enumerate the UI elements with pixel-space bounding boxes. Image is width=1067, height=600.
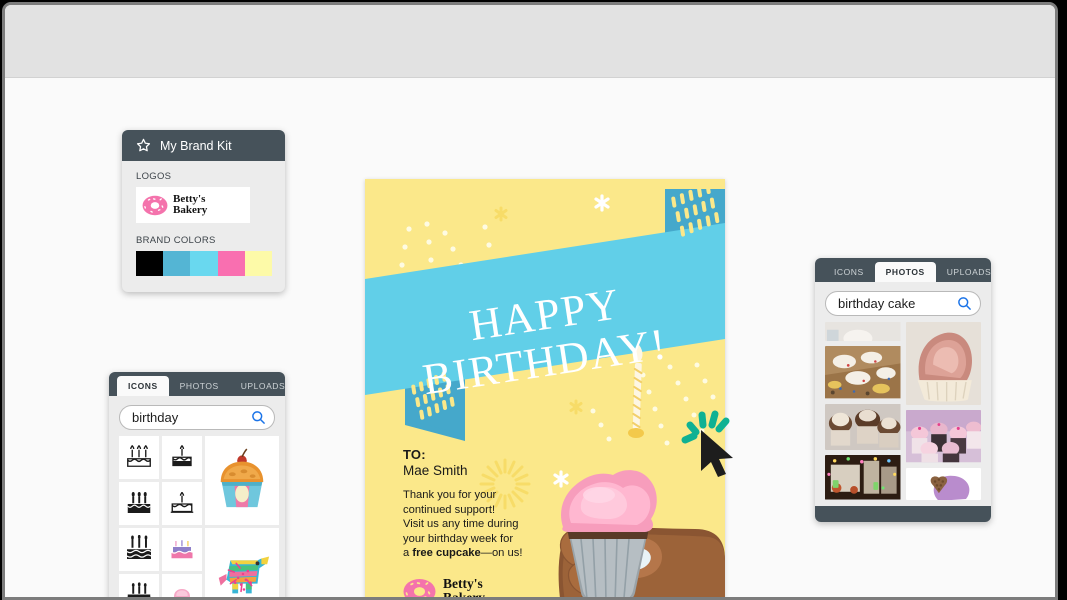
card-logo-line-2: Bakery bbox=[443, 590, 485, 600]
star-icon bbox=[136, 138, 151, 152]
tab-photos[interactable]: PHOTOS bbox=[874, 262, 936, 282]
photo-pink-buttercream-cupcake[interactable] bbox=[905, 322, 982, 406]
brand-color-swatches[interactable] bbox=[136, 251, 273, 276]
cake-candles-box-icon bbox=[127, 581, 151, 597]
brand-kit-header: My Brand Kit bbox=[122, 130, 285, 161]
cake-slice-one-candle-icon bbox=[172, 444, 192, 466]
icons-search-input[interactable]: birthday bbox=[119, 405, 275, 430]
photo-heart-cookie-purple-petal[interactable] bbox=[905, 467, 982, 501]
tab-icons[interactable]: ICONS bbox=[823, 262, 875, 282]
icons-search-value: birthday bbox=[132, 410, 179, 425]
brand-logo-item[interactable]: Betty's Bakery bbox=[136, 187, 250, 223]
message-line-4: your birthday week for bbox=[403, 532, 514, 545]
photos-search-wrap: birthday cake bbox=[815, 282, 991, 322]
icons-result-grid[interactable] bbox=[109, 436, 285, 597]
mouse-pointer-click bbox=[681, 410, 733, 477]
cake-three-candles-filled-icon bbox=[126, 534, 152, 559]
tab-uploads[interactable]: UPLOADS bbox=[936, 262, 991, 282]
tab-photos[interactable]: PHOTOS bbox=[169, 376, 230, 396]
tab-uploads[interactable]: UPLOADS bbox=[230, 376, 285, 396]
logos-section-label: LOGOS bbox=[136, 171, 172, 182]
brand-color-swatch-4[interactable] bbox=[244, 251, 273, 276]
donut-icon bbox=[142, 195, 168, 215]
brand-color-swatch-3[interactable] bbox=[217, 251, 245, 276]
brand-kit-panel[interactable]: My Brand Kit LOGOS Betty's Bakery BRAND … bbox=[122, 130, 285, 292]
photos-search-panel[interactable]: ICONS PHOTOS UPLOADS birthday cake bbox=[815, 258, 991, 523]
message-line-3: Visit us any time during bbox=[403, 518, 519, 531]
brand-logo-text: Betty's Bakery bbox=[173, 193, 208, 217]
photo-sprinkled-pastries-wood[interactable] bbox=[825, 346, 901, 399]
photos-search-input[interactable]: birthday cake bbox=[825, 291, 981, 316]
icon-cell-layer-cake-pink-purple[interactable] bbox=[162, 528, 202, 571]
brand-colors-section-label: BRAND COLORS bbox=[136, 235, 216, 246]
brand-color-swatch-2[interactable] bbox=[190, 251, 218, 276]
search-icon[interactable] bbox=[251, 410, 266, 425]
brand-logo-line-2: Bakery bbox=[173, 204, 208, 216]
photos-column-left bbox=[825, 322, 901, 500]
search-icon[interactable] bbox=[957, 296, 972, 311]
photos-column-right bbox=[905, 322, 982, 501]
cake-one-candle-outline-icon bbox=[170, 491, 194, 513]
icon-cell-cupcake-pink-frosting[interactable] bbox=[162, 574, 202, 597]
message-line-5-prefix: a bbox=[403, 547, 413, 560]
brand-kit-body: LOGOS Betty's Bakery BRAND COLORS bbox=[122, 161, 285, 292]
icons-search-panel[interactable]: ICONS PHOTOS UPLOADS birthday bbox=[109, 372, 285, 597]
card-recipient-name: Mae Smith bbox=[403, 463, 468, 478]
icon-cell-cake-three-candles-filled[interactable] bbox=[119, 528, 159, 571]
cupcake-illustration-orange-icon bbox=[220, 448, 264, 507]
card-message-body: Thank you for your continued support! Vi… bbox=[403, 488, 568, 561]
icon-cell-cake-candles-box[interactable] bbox=[119, 574, 159, 597]
cake-three-candles-solid-icon bbox=[127, 491, 151, 513]
brand-color-swatch-1[interactable] bbox=[163, 251, 191, 276]
pointer-arrow-icon bbox=[701, 430, 733, 477]
tab-icons[interactable]: ICONS bbox=[117, 376, 169, 396]
design-canvas-area[interactable]: HAPPY BIRTHDAY! TO: Mae Smith Thank you … bbox=[5, 78, 1055, 597]
card-brand-logo[interactable]: Betty's Bakery bbox=[403, 576, 485, 600]
photos-search-value: birthday cake bbox=[838, 296, 916, 311]
card-to-label: TO: bbox=[403, 447, 426, 462]
brand-color-swatch-0[interactable] bbox=[136, 251, 164, 276]
pinata-rainbow-icon bbox=[218, 556, 270, 593]
icon-cell-cake-slice-one-candle[interactable] bbox=[162, 436, 202, 479]
photos-panel-footer bbox=[815, 506, 991, 523]
layer-cake-pink-purple-icon bbox=[171, 539, 193, 558]
message-line-1: Thank you for your bbox=[403, 489, 497, 501]
card-logo-line-1: Betty's bbox=[443, 576, 483, 591]
cake-three-candles-outline-icon bbox=[127, 444, 151, 467]
icon-cell-pinata-rainbow[interactable] bbox=[205, 528, 279, 597]
icons-search-wrap: birthday bbox=[109, 396, 285, 436]
browser-window: HAPPY BIRTHDAY! TO: Mae Smith Thank you … bbox=[2, 2, 1058, 600]
donut-icon bbox=[403, 578, 436, 597]
message-line-5: a free cupcake—on us! bbox=[403, 546, 568, 561]
message-line-2: continued support! bbox=[403, 503, 496, 516]
photo-chocolate-swirl-cupcakes[interactable] bbox=[825, 403, 901, 451]
photo-festive-market-lights[interactable] bbox=[825, 455, 901, 500]
icons-panel-tabs[interactable]: ICONS PHOTOS UPLOADS bbox=[109, 372, 285, 396]
brand-kit-title: My Brand Kit bbox=[160, 138, 232, 153]
design-card[interactable]: HAPPY BIRTHDAY! TO: Mae Smith Thank you … bbox=[365, 179, 725, 600]
card-logo-text: Betty's Bakery bbox=[443, 576, 485, 600]
photo-white-dessert-cropped[interactable] bbox=[825, 322, 901, 342]
photo-mini-cupcake-assortment-purple[interactable] bbox=[905, 410, 982, 463]
icon-cell-cake-three-candles-solid[interactable] bbox=[119, 482, 159, 525]
cupcake-pink-frosting-icon bbox=[173, 588, 191, 597]
icon-cell-cake-one-candle-outline[interactable] bbox=[162, 482, 202, 525]
message-line-5-bold: free cupcake bbox=[412, 547, 481, 560]
screen: HAPPY BIRTHDAY! TO: Mae Smith Thank you … bbox=[0, 0, 1067, 600]
icon-cell-cake-three-candles-outline[interactable] bbox=[119, 436, 159, 479]
message-line-5-suffix: —on us! bbox=[480, 547, 523, 560]
app-toolbar[interactable] bbox=[5, 5, 1055, 78]
icon-cell-cupcake-illustration-orange[interactable] bbox=[205, 436, 279, 525]
photos-panel-tabs[interactable]: ICONS PHOTOS UPLOADS bbox=[815, 258, 991, 282]
card-message-block[interactable]: TO: Mae Smith Thank you for your continu… bbox=[403, 447, 568, 561]
photos-result-grid[interactable] bbox=[815, 322, 991, 506]
